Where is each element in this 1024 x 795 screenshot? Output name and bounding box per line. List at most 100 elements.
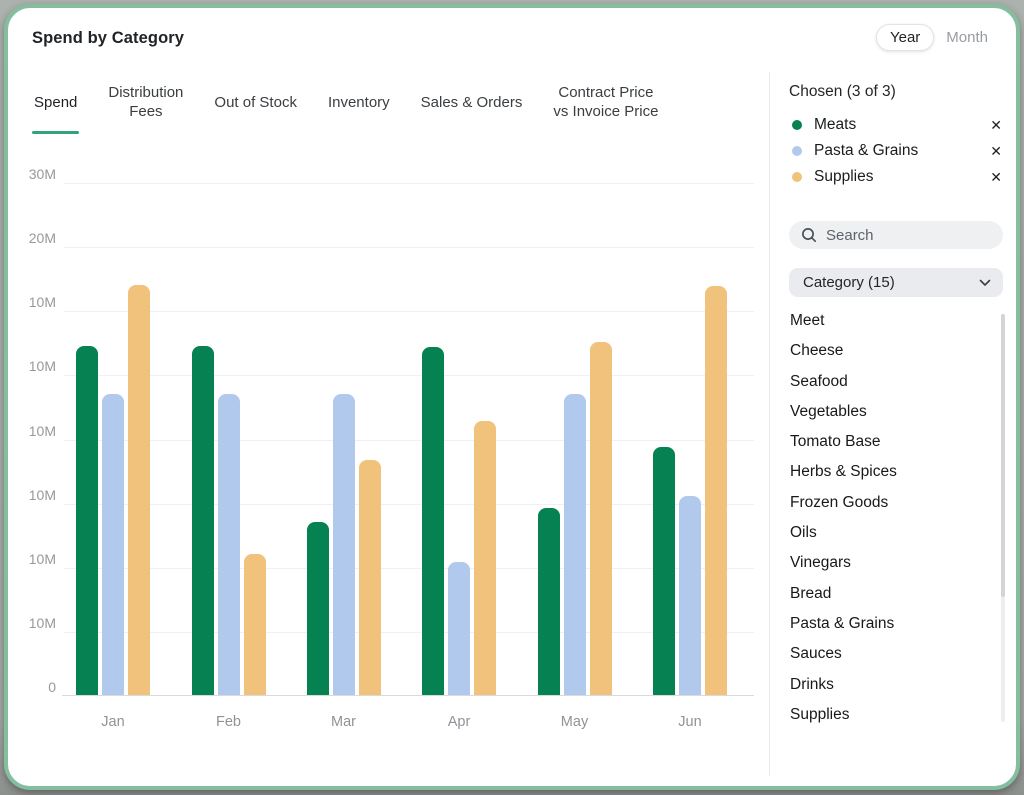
bar-supplies [128, 285, 150, 695]
tab-out-of-stock[interactable]: Out of Stock [212, 72, 299, 134]
legend-dot [792, 146, 802, 156]
page-background: Spend by Category Year Month Spend Distri… [0, 0, 1024, 795]
gridline [64, 440, 754, 441]
bar-group-apr [422, 347, 496, 695]
y-axis-label: 10M [16, 551, 56, 567]
bar-supplies [474, 421, 496, 696]
chevron-down-icon [979, 279, 991, 287]
bar-group-may [538, 342, 612, 695]
search-input[interactable] [826, 227, 976, 244]
period-toggle: Year Month [876, 24, 990, 51]
chosen-item: Meats✕ [789, 112, 1004, 138]
category-item[interactable]: Meet [790, 306, 1004, 336]
bar-pasta-grains [218, 394, 240, 695]
close-icon[interactable]: ✕ [980, 117, 1004, 134]
bar-group-jan [76, 285, 150, 695]
x-axis-line [62, 695, 754, 696]
bar-pasta-grains [333, 394, 355, 695]
tab-spend[interactable]: Spend [32, 72, 79, 134]
chosen-item: Supplies✕ [789, 164, 1004, 190]
bar-meats [307, 522, 329, 695]
bar-pasta-grains [102, 394, 124, 695]
category-item[interactable]: Vegetables [790, 397, 1004, 427]
category-item[interactable]: Herbs & Spices [790, 457, 1004, 487]
x-axis-label: Jun [653, 714, 727, 730]
bar-group-feb [192, 346, 266, 696]
y-axis-label: 20M [16, 230, 56, 246]
legend-dot [792, 172, 802, 182]
search-box [789, 221, 1003, 249]
category-item[interactable]: Oils [790, 518, 1004, 548]
category-item[interactable]: Drinks [790, 670, 1004, 700]
close-icon[interactable]: ✕ [980, 169, 1004, 186]
category-item[interactable]: Tomato Base [790, 427, 1004, 457]
y-axis-label: 0 [16, 679, 56, 695]
page-title: Spend by Category [32, 29, 184, 48]
bar-meats [653, 447, 675, 695]
legend-label: Pasta & Grains [814, 142, 980, 160]
plot-area: JanFebMarAprMayJun [64, 183, 754, 696]
tab-bar: Spend Distribution Fees Out of Stock Invent… [32, 72, 660, 134]
bar-meats [76, 346, 98, 696]
gridline [64, 632, 754, 633]
category-item[interactable]: Sauces [790, 639, 1004, 669]
bar-supplies [244, 554, 266, 695]
bar-supplies [590, 342, 612, 695]
gridline [64, 247, 754, 248]
gridline [64, 183, 754, 184]
bar-supplies [705, 286, 727, 695]
chosen-list: Meats✕Pasta & Grains✕Supplies✕ [789, 112, 1004, 190]
category-item[interactable]: Supplies [790, 700, 1004, 730]
category-select[interactable]: Category (15) [789, 268, 1003, 297]
category-item[interactable]: Cheese [790, 336, 1004, 366]
dashboard-card: Spend by Category Year Month Spend Distri… [4, 4, 1020, 790]
category-item[interactable]: Vinegars [790, 548, 1004, 578]
gridline [64, 375, 754, 376]
bar-supplies [359, 460, 381, 695]
gridline [64, 504, 754, 505]
category-item[interactable]: Frozen Goods [790, 488, 1004, 518]
category-list: MeetCheeseSeafoodVegetablesTomato BaseHe… [790, 306, 1004, 730]
x-axis-label: Mar [307, 714, 381, 730]
legend-label: Supplies [814, 168, 980, 186]
x-axis-label: May [538, 714, 612, 730]
chosen-item: Pasta & Grains✕ [789, 138, 1004, 164]
x-axis-label: Jan [76, 714, 150, 730]
x-axis-label: Apr [422, 714, 496, 730]
legend-label: Meats [814, 116, 980, 134]
category-item[interactable]: Bread [790, 579, 1004, 609]
scrollbar-thumb[interactable] [1001, 314, 1005, 597]
legend-dot [792, 120, 802, 130]
y-axis-label: 10M [16, 294, 56, 310]
bar-pasta-grains [679, 496, 701, 695]
bar-pasta-grains [448, 562, 470, 695]
gridline [64, 311, 754, 312]
y-axis-label: 10M [16, 487, 56, 503]
bar-meats [538, 508, 560, 695]
tab-sales-orders[interactable]: Sales & Orders [419, 72, 525, 134]
toggle-year-button[interactable]: Year [876, 24, 934, 51]
category-select-label: Category (15) [803, 274, 895, 291]
tab-distribution-fees[interactable]: Distribution Fees [106, 72, 185, 134]
scrollbar-track[interactable] [1001, 314, 1005, 722]
gridline [64, 568, 754, 569]
chosen-heading: Chosen (3 of 3) [789, 83, 896, 101]
category-item[interactable]: Pasta & Grains [790, 609, 1004, 639]
tab-inventory[interactable]: Inventory [326, 72, 392, 134]
bar-group-mar [307, 394, 381, 695]
y-axis: 30M20M10M10M10M10M10M10M0 [16, 183, 56, 696]
y-axis-label: 10M [16, 358, 56, 374]
bar-meats [192, 346, 214, 696]
bar-meats [422, 347, 444, 695]
sidebar-divider [769, 72, 770, 776]
close-icon[interactable]: ✕ [980, 143, 1004, 160]
toggle-month-button[interactable]: Month [944, 25, 990, 50]
bar-group-jun [653, 286, 727, 695]
category-item[interactable]: Seafood [790, 367, 1004, 397]
filter-sidebar: Chosen (3 of 3) Meats✕Pasta & Grains✕Sup… [789, 72, 1004, 780]
y-axis-label: 10M [16, 423, 56, 439]
y-axis-label: 10M [16, 615, 56, 631]
search-icon [801, 227, 817, 243]
tab-contract-price-vs-invoice-price[interactable]: Contract Price vs Invoice Price [551, 72, 660, 134]
x-axis-label: Feb [192, 714, 266, 730]
